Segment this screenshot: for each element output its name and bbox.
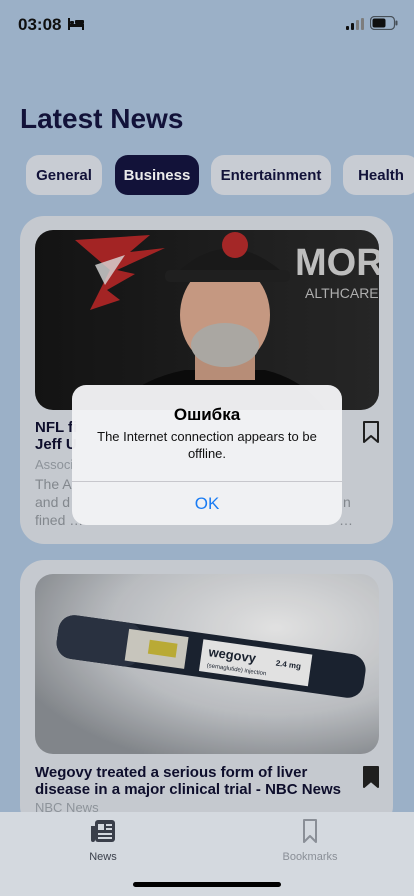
tab-bar-label: News: [89, 851, 117, 863]
home-indicator: [133, 882, 281, 887]
tab-bar-news[interactable]: News: [43, 818, 163, 863]
alert-ok-button[interactable]: OK: [72, 482, 342, 525]
error-alert: Ошибка The Internet connection appears t…: [72, 385, 342, 525]
alert-title: Ошибка: [173, 405, 241, 424]
alert-message: The Internet connection appears to be of…: [97, 429, 317, 461]
newspaper-icon: [91, 820, 115, 842]
bookmark-icon: [303, 819, 317, 843]
tab-bar-label: Bookmarks: [282, 851, 338, 863]
tab-bar-bookmarks[interactable]: Bookmarks: [250, 818, 370, 863]
